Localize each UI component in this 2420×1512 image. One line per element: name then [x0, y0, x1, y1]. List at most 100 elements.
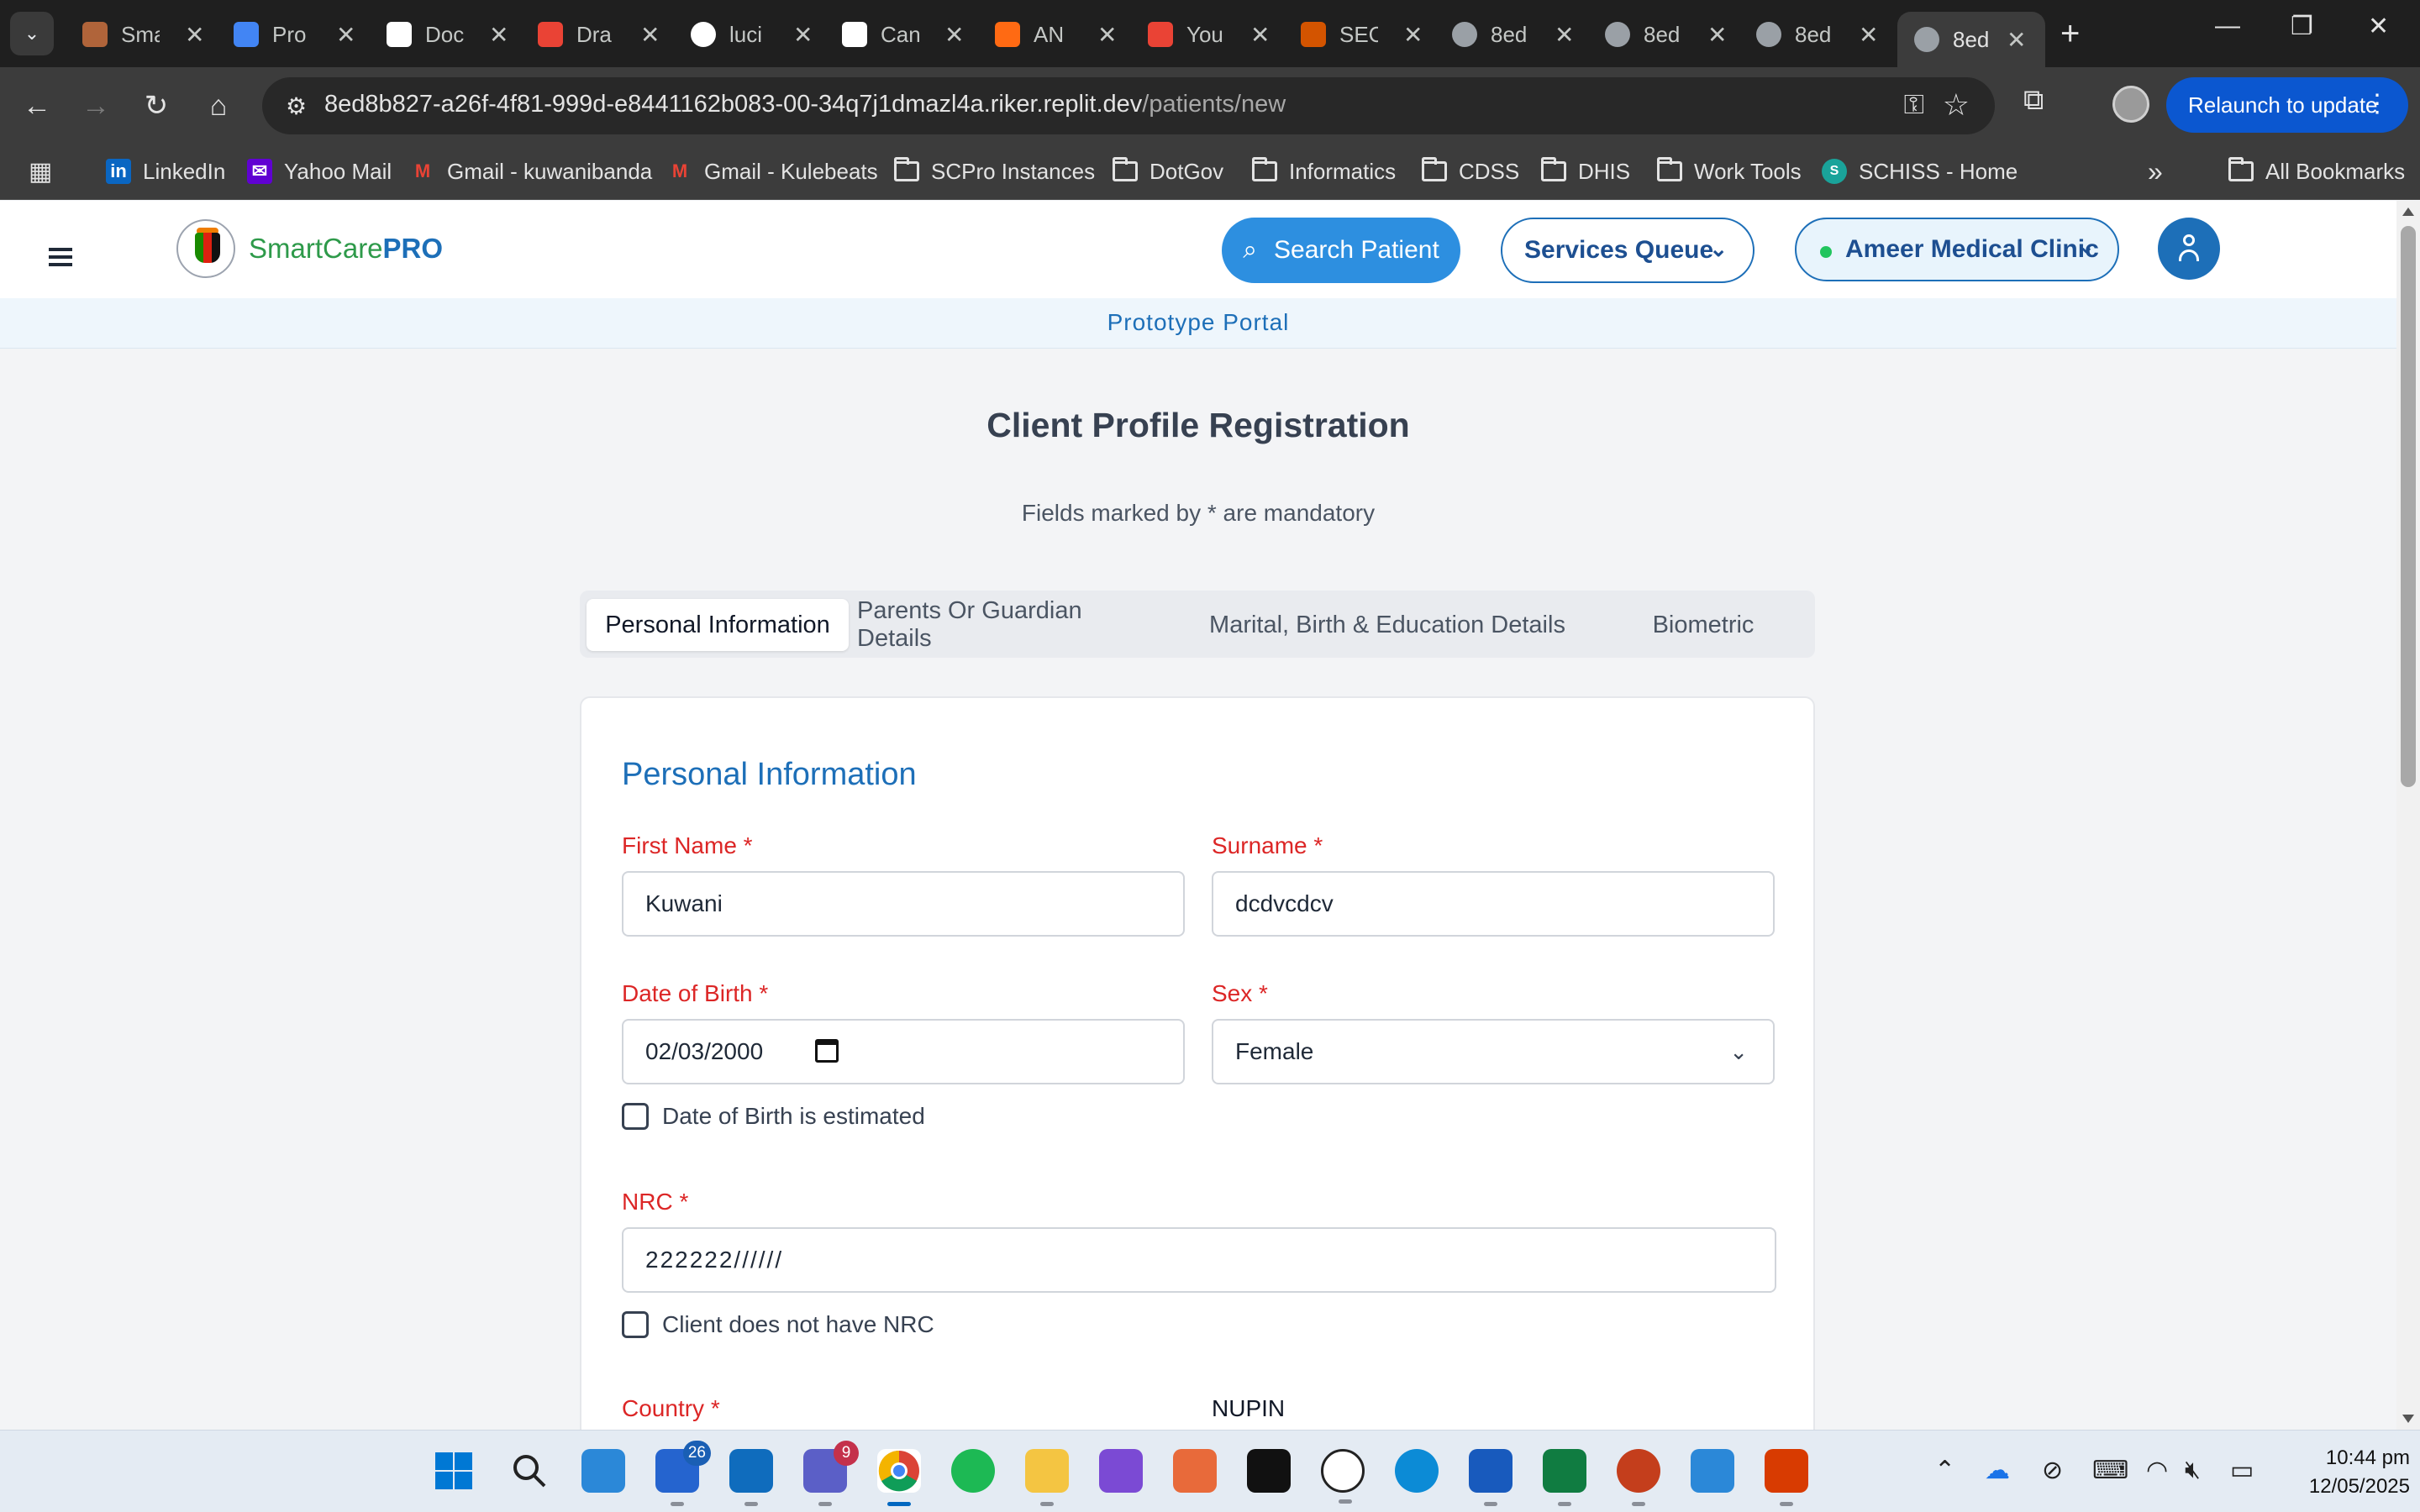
onedrive-icon[interactable]: ☁: [1985, 1456, 2010, 1485]
profile-avatar[interactable]: [2112, 86, 2149, 123]
home-icon[interactable]: ⌂: [198, 86, 239, 126]
apps-grid-icon[interactable]: ▦: [29, 155, 52, 188]
edge-icon[interactable]: [1395, 1449, 1439, 1493]
calendar-icon[interactable]: [815, 1039, 839, 1063]
bookmark-gmail-2[interactable]: M Gmail - Kulebeats: [667, 155, 878, 188]
services-queue-dropdown[interactable]: Services Queue ⌄: [1501, 218, 1754, 283]
restore-icon[interactable]: ❐: [2291, 12, 2313, 41]
chrome-icon[interactable]: [877, 1449, 921, 1506]
copilot-icon[interactable]: [1173, 1449, 1217, 1493]
close-icon[interactable]: ✕: [944, 21, 964, 49]
tab-personal-information[interactable]: Personal Information: [587, 599, 849, 651]
word-icon[interactable]: [1469, 1449, 1512, 1506]
minimize-icon[interactable]: —: [2215, 12, 2240, 40]
close-window-icon[interactable]: ✕: [2368, 12, 2389, 41]
nrc-field[interactable]: 222222//////: [622, 1227, 1776, 1293]
bookmark-linkedin[interactable]: in LinkedIn: [106, 155, 225, 188]
url-text[interactable]: 8ed8b827-a26f-4f81-999d-e8441162b083-00-…: [324, 91, 1286, 118]
password-key-icon[interactable]: ⚿: [1904, 89, 1924, 121]
excel-icon[interactable]: [1543, 1449, 1586, 1506]
bookmark-gmail-1[interactable]: M Gmail - kuwanibanda: [410, 155, 652, 188]
search-icon[interactable]: [508, 1449, 551, 1493]
file-explorer-icon[interactable]: [1025, 1449, 1069, 1506]
bookmark-folder-dhis[interactable]: DHIS: [1541, 155, 1630, 188]
extensions-icon[interactable]: ⧉: [2023, 84, 2044, 117]
browser-tab[interactable]: 8ed ✕: [1434, 12, 1574, 57]
volume-muted-icon[interactable]: 🔇︎: [2185, 1456, 2201, 1484]
relaunch-button[interactable]: Relaunch to update ⋮: [2166, 77, 2408, 133]
menu-icon[interactable]: [49, 248, 72, 266]
user-account-button[interactable]: [2158, 218, 2220, 280]
bookmark-schiss[interactable]: S SCHISS - Home: [1822, 155, 2018, 188]
close-icon[interactable]: ✕: [336, 21, 355, 49]
copilot-pre-icon[interactable]: [581, 1449, 625, 1493]
scroll-up-icon[interactable]: [2402, 207, 2414, 216]
bookmarks-overflow-icon[interactable]: »: [2148, 155, 2163, 188]
app-icon[interactable]: [1765, 1449, 1808, 1506]
bookmark-folder-worktools[interactable]: Work Tools: [1657, 155, 1802, 188]
more-menu-icon[interactable]: ⋮: [2365, 89, 2390, 118]
bookmark-star-icon[interactable]: ☆: [1943, 87, 1970, 123]
close-icon[interactable]: ✕: [1097, 21, 1117, 49]
tab-biometric[interactable]: Biometric: [1607, 599, 1800, 651]
browser-tab[interactable]: Dra ✕: [519, 12, 660, 57]
chatgpt-icon[interactable]: [1321, 1449, 1365, 1504]
bookmark-folder-dotgov[interactable]: DotGov: [1113, 155, 1223, 188]
browser-tab[interactable]: AN ✕: [976, 12, 1117, 57]
browser-tab[interactable]: You ✕: [1129, 12, 1270, 57]
app-icon[interactable]: [1247, 1449, 1291, 1493]
bookmark-folder-cdss[interactable]: CDSS: [1422, 155, 1519, 188]
browser-tab[interactable]: Pro ✕: [215, 12, 355, 57]
all-bookmarks[interactable]: All Bookmarks: [2228, 155, 2405, 188]
address-bar[interactable]: ⚙ 8ed8b827-a26f-4f81-999d-e8441162b083-0…: [262, 77, 1995, 134]
scrollbar-thumb[interactable]: [2401, 226, 2416, 787]
close-icon[interactable]: ✕: [2007, 26, 2026, 54]
date-of-birth-field[interactable]: 02/03/2000: [622, 1019, 1185, 1084]
browser-tab[interactable]: luci ✕: [672, 12, 813, 57]
dob-estimated-row[interactable]: Date of Birth is estimated: [622, 1103, 925, 1130]
close-icon[interactable]: ✕: [185, 21, 204, 49]
keyboard-icon[interactable]: ⌨: [2092, 1456, 2128, 1485]
powerpoint-icon[interactable]: [1617, 1449, 1660, 1506]
tray-overflow-icon[interactable]: ⌃: [1934, 1456, 1955, 1485]
clinic-selector[interactable]: Ameer Medical Clinic ⌄: [1795, 218, 2119, 281]
clock[interactable]: 10:44 pm 12/05/2025: [2284, 1444, 2410, 1501]
scroll-down-icon[interactable]: [2402, 1415, 2414, 1423]
tab-search-button[interactable]: ⌄: [10, 12, 54, 55]
new-tab-icon[interactable]: +: [2060, 15, 2080, 53]
search-patient-button[interactable]: ⌕ Search Patient: [1222, 218, 1460, 283]
close-icon[interactable]: ✕: [640, 21, 660, 49]
browser-tab[interactable]: Can ✕: [823, 12, 964, 57]
browser-tab-active[interactable]: 8ed ✕: [1897, 12, 2045, 67]
close-icon[interactable]: ✕: [1250, 21, 1270, 49]
browser-tab[interactable]: Sma ✕: [64, 12, 204, 57]
tab-parents-guardian[interactable]: Parents Or Guardian Details: [857, 597, 1160, 652]
surname-field[interactable]: dcdvcdcv: [1212, 871, 1775, 937]
browser-tab[interactable]: 8ed ✕: [1586, 12, 1727, 57]
forward-icon[interactable]: →: [76, 86, 116, 126]
browser-tab[interactable]: Doc ✕: [368, 12, 508, 57]
sex-select[interactable]: Female ⌄: [1212, 1019, 1775, 1084]
wifi-icon[interactable]: ◠: [2146, 1456, 2168, 1485]
back-icon[interactable]: ←: [17, 86, 57, 126]
network-off-icon[interactable]: ⊘: [2042, 1456, 2063, 1485]
tab-marital-birth-education[interactable]: Marital, Birth & Education Details: [1200, 599, 1575, 651]
spotify-icon[interactable]: [951, 1449, 995, 1493]
dob-estimated-checkbox[interactable]: [622, 1103, 649, 1130]
page-scrollbar[interactable]: [2396, 201, 2420, 1430]
close-icon[interactable]: ✕: [793, 21, 813, 49]
close-icon[interactable]: ✕: [1859, 21, 1878, 49]
bookmark-yahoo[interactable]: ✉ Yahoo Mail: [247, 155, 392, 188]
close-icon[interactable]: ✕: [489, 21, 508, 49]
reload-icon[interactable]: ↻: [136, 86, 176, 126]
photos-icon[interactable]: [1691, 1449, 1734, 1493]
site-info-icon[interactable]: ⚙: [286, 92, 307, 120]
first-name-field[interactable]: Kuwani: [622, 871, 1185, 937]
close-icon[interactable]: ✕: [1707, 21, 1727, 49]
no-nrc-checkbox[interactable]: [622, 1311, 649, 1338]
outlook-icon[interactable]: [729, 1449, 773, 1506]
todo-icon[interactable]: 26: [655, 1441, 711, 1506]
teams-icon[interactable]: 9: [803, 1441, 859, 1506]
close-icon[interactable]: ✕: [1403, 21, 1423, 49]
no-nrc-row[interactable]: Client does not have NRC: [622, 1311, 934, 1338]
